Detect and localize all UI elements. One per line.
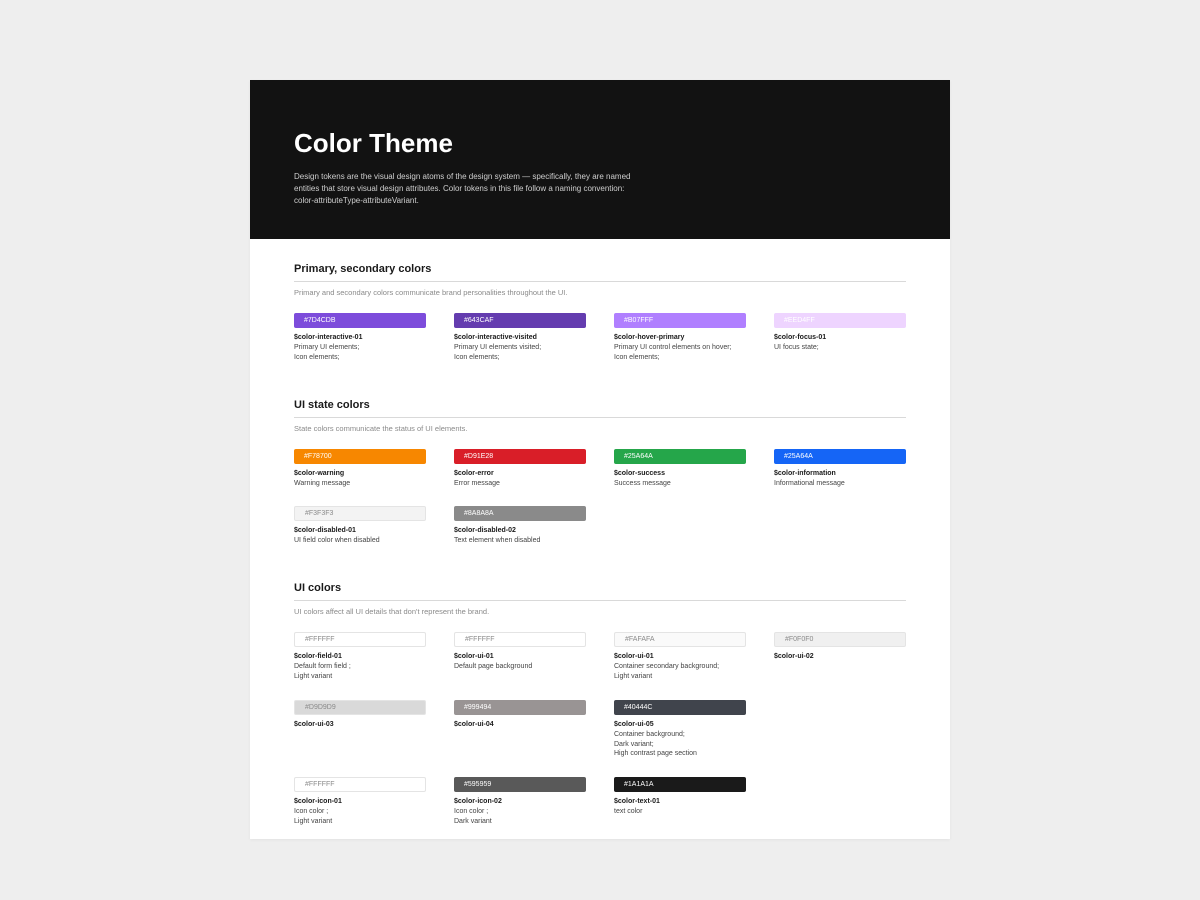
color-swatch: #F3F3F3	[294, 506, 426, 521]
color-swatch: #643CAF	[454, 313, 586, 328]
swatch-cell: #40444C $color-ui-05 Container background;…	[614, 700, 746, 759]
design-doc-page: Color Theme Design tokens are the visual…	[250, 80, 950, 839]
swatch-cell: #EED4FF $color-focus-01 UI focus state;	[774, 313, 906, 363]
token-name: $color-ui-01	[614, 653, 746, 660]
section-title: UI state colors	[294, 399, 906, 411]
swatch-cell: #8A8A8A $color-disabled-02 Text element wh…	[454, 506, 586, 546]
token-description: Text element when disabled	[454, 536, 586, 546]
color-swatch: #F78700	[294, 449, 426, 464]
token-name: $color-hover-primary	[614, 334, 746, 341]
section-subtitle: UI colors affect all UI details that don…	[294, 607, 906, 616]
swatch-cell: #643CAF $color-interactive-visited Primary…	[454, 313, 586, 363]
color-swatch: #F0F0F0	[774, 632, 906, 647]
color-swatch: #D9D9D9	[294, 700, 426, 715]
token-description: UI field color when disabled	[294, 536, 426, 546]
token-name: $color-ui-05	[614, 721, 746, 728]
token-description: Primary UI elements visited;Icon element…	[454, 343, 586, 363]
token-name: $color-icon-02	[454, 798, 586, 805]
swatch-cell: #25A64A $color-success Success message	[614, 449, 746, 489]
color-swatch: #999494	[454, 700, 586, 715]
swatch-cell	[774, 700, 906, 759]
token-name: $color-icon-01	[294, 798, 426, 805]
swatch-cell: #D9D9D9 $color-ui-03	[294, 700, 426, 759]
swatch-cell: #FAFAFA $color-ui-01 Container secondary b…	[614, 632, 746, 682]
token-description: Default page background	[454, 662, 586, 672]
color-swatch: #FFFFFF	[294, 777, 426, 792]
token-name: $color-text-01	[614, 798, 746, 805]
swatch-grid: #F78700 $color-warning Warning message #D91…	[294, 449, 906, 547]
token-name: $color-warning	[294, 470, 426, 477]
color-swatch: #D91E28	[454, 449, 586, 464]
token-name: $color-interactive-01	[294, 334, 426, 341]
swatch-grid: #FFFFFF $color-field-01 Default form field…	[294, 632, 906, 827]
token-description: Icon color ;Dark variant	[454, 807, 586, 827]
section-title: Primary, secondary colors	[294, 263, 906, 275]
section-title: UI colors	[294, 582, 906, 594]
section: Primary, secondary colors Primary and sec…	[250, 239, 950, 375]
swatch-cell: #B07FFF $color-hover-primary Primary UI co…	[614, 313, 746, 363]
divider	[294, 281, 906, 282]
swatch-cell: #F78700 $color-warning Warning message	[294, 449, 426, 489]
token-description: Success message	[614, 479, 746, 489]
token-description: Informational message	[774, 479, 906, 489]
color-swatch: #7D4CDB	[294, 313, 426, 328]
token-name: $color-disabled-01	[294, 527, 426, 534]
token-name: $color-success	[614, 470, 746, 477]
color-swatch: #FFFFFF	[294, 632, 426, 647]
token-name: $color-disabled-02	[454, 527, 586, 534]
color-swatch: #25A64A	[614, 449, 746, 464]
swatch-cell: #999494 $color-ui-04	[454, 700, 586, 759]
token-description: Default form field ;Light variant	[294, 662, 426, 682]
token-description: Container secondary background;Light var…	[614, 662, 746, 682]
token-name: $color-error	[454, 470, 586, 477]
page-description: Design tokens are the visual design atom…	[294, 171, 634, 207]
swatch-cell: #FFFFFF $color-field-01 Default form field…	[294, 632, 426, 682]
swatch-cell: #1A1A1A $color-text-01 text color	[614, 777, 746, 827]
token-name: $color-field-01	[294, 653, 426, 660]
token-description: Container background;Dark variant;High c…	[614, 730, 746, 759]
swatch-cell: #25A64A $color-information Informational m…	[774, 449, 906, 489]
swatch-cell: #FFFFFF $color-ui-01 Default page backgrou…	[454, 632, 586, 682]
token-description: Primary UI elements;Icon elements;	[294, 343, 426, 363]
section: UI colors UI colors affect all UI details…	[250, 558, 950, 839]
divider	[294, 600, 906, 601]
swatch-cell: #7D4CDB $color-interactive-01 Primary UI e…	[294, 313, 426, 363]
swatch-cell: #D91E28 $color-error Error message	[454, 449, 586, 489]
swatch-cell: #FFFFFF $color-icon-01 Icon color ;Light v…	[294, 777, 426, 827]
token-name: $color-information	[774, 470, 906, 477]
section: UI state colors State colors communicate …	[250, 375, 950, 559]
token-name: $color-focus-01	[774, 334, 906, 341]
token-name: $color-ui-02	[774, 653, 906, 660]
divider	[294, 417, 906, 418]
color-swatch: #FAFAFA	[614, 632, 746, 647]
token-name: $color-ui-04	[454, 721, 586, 728]
color-swatch: #595959	[454, 777, 586, 792]
token-description: UI focus state;	[774, 343, 906, 353]
swatch-cell: #595959 $color-icon-02 Icon color ;Dark va…	[454, 777, 586, 827]
color-swatch: #EED4FF	[774, 313, 906, 328]
token-name: $color-ui-01	[454, 653, 586, 660]
color-swatch: #FFFFFF	[454, 632, 586, 647]
color-swatch: #8A8A8A	[454, 506, 586, 521]
color-swatch: #1A1A1A	[614, 777, 746, 792]
page-title: Color Theme	[294, 128, 906, 159]
hero: Color Theme Design tokens are the visual…	[250, 80, 950, 239]
token-name: $color-ui-03	[294, 721, 426, 728]
color-swatch: #40444C	[614, 700, 746, 715]
color-swatch: #B07FFF	[614, 313, 746, 328]
token-description: Warning message	[294, 479, 426, 489]
token-name: $color-interactive-visited	[454, 334, 586, 341]
section-subtitle: State colors communicate the status of U…	[294, 424, 906, 433]
token-description: Primary UI control elements on hover;Ico…	[614, 343, 746, 363]
token-description: Error message	[454, 479, 586, 489]
swatch-cell: #F3F3F3 $color-disabled-01 UI field color …	[294, 506, 426, 546]
token-description: Icon color ;Light variant	[294, 807, 426, 827]
section-subtitle: Primary and secondary colors communicate…	[294, 288, 906, 297]
swatch-grid: #7D4CDB $color-interactive-01 Primary UI e…	[294, 313, 906, 363]
swatch-cell: #F0F0F0 $color-ui-02	[774, 632, 906, 682]
token-description: text color	[614, 807, 746, 817]
color-swatch: #25A64A	[774, 449, 906, 464]
